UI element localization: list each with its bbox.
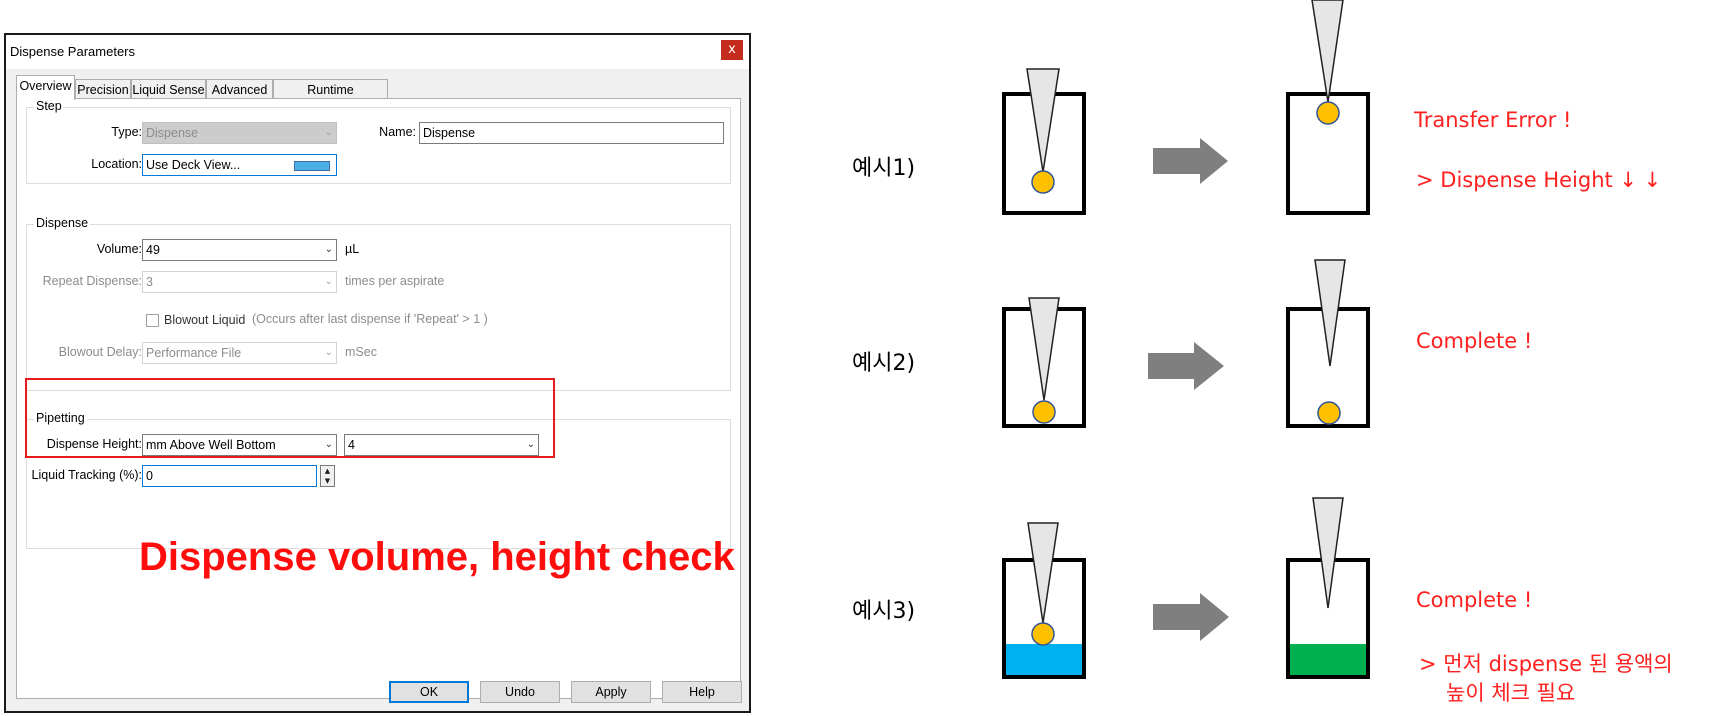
example-1-label: 예시1) — [852, 156, 916, 181]
arrow-right-icon — [1153, 593, 1229, 641]
example-1-note: > Dispense Height ↓ ↓ — [1416, 168, 1662, 192]
droplet — [1031, 622, 1055, 646]
example-2-before — [1002, 297, 1086, 428]
example-3-note-line-1: > 먼저 dispense 된 용액의 — [1419, 652, 1673, 676]
example-1-after — [1286, 0, 1370, 215]
example-3-before — [1002, 522, 1086, 679]
example-3-result: Complete ! — [1416, 588, 1533, 612]
example-1-before — [1002, 68, 1086, 215]
droplet — [1317, 401, 1341, 425]
example-2-label: 예시2) — [852, 351, 916, 376]
example-3-after — [1286, 497, 1370, 679]
droplet — [1032, 400, 1056, 424]
example-3-note-line-2: 높이 체크 필요 — [1446, 681, 1576, 705]
liquid-layer-blue — [1006, 644, 1082, 675]
example-2-after — [1286, 259, 1370, 428]
example-2-result: Complete ! — [1416, 329, 1533, 353]
tab-overview[interactable]: Overview — [16, 75, 75, 100]
droplet — [1316, 101, 1340, 125]
arrow-right-icon — [1148, 342, 1224, 390]
example-1-result: Transfer Error ! — [1414, 108, 1572, 132]
arrow-right-icon — [1153, 138, 1228, 184]
example-3-label: 예시3) — [852, 599, 916, 624]
liquid-layer-green — [1290, 644, 1366, 675]
droplet — [1031, 170, 1055, 194]
